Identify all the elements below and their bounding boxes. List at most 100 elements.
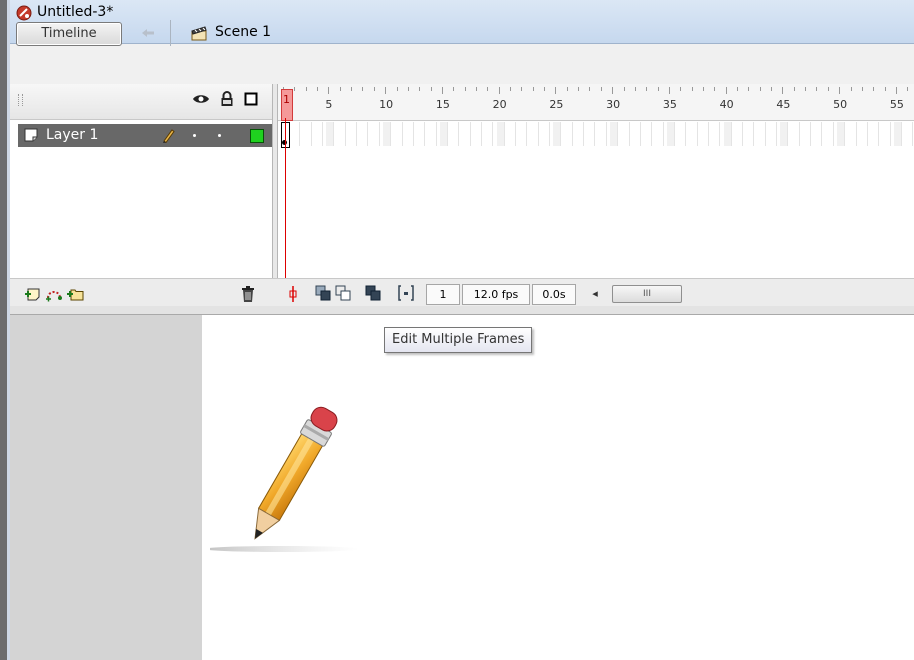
frame-cell[interactable] (463, 122, 471, 146)
frame-cell[interactable] (656, 122, 664, 146)
back-arrow-icon[interactable] (136, 22, 160, 44)
frame-rate-field[interactable]: 12.0 fps (462, 284, 530, 305)
frame-cell[interactable] (701, 122, 709, 146)
frame-cell[interactable] (587, 122, 596, 146)
pencil-icon[interactable] (204, 398, 370, 558)
onion-skin-outlines-icon[interactable] (335, 285, 351, 301)
current-frame-field[interactable]: 1 (426, 284, 460, 305)
eye-icon[interactable] (192, 92, 210, 106)
trash-icon[interactable] (240, 285, 256, 303)
frame-cell[interactable] (905, 122, 914, 146)
frame-cell[interactable] (678, 122, 687, 146)
layer-name[interactable]: Layer 1 (46, 127, 98, 143)
frame-cell[interactable] (553, 122, 562, 146)
frame-ruler[interactable]: 5 10 15 20 25 30 35 40 45 50 55 (278, 84, 914, 121)
frame-cell[interactable] (883, 122, 891, 146)
frame-cell[interactable] (304, 122, 312, 146)
visibility-dot[interactable] (193, 134, 196, 137)
frame-cell[interactable] (860, 122, 868, 146)
ruler-tick (328, 87, 330, 94)
frame-cell[interactable] (576, 122, 585, 146)
frame-cell[interactable] (735, 122, 743, 146)
frame-cell[interactable] (644, 122, 653, 146)
lock-dot[interactable] (218, 134, 221, 137)
panel-grip[interactable] (18, 94, 23, 106)
frame-cell[interactable] (417, 122, 426, 146)
frame-cell[interactable] (837, 122, 846, 146)
pasteboard[interactable] (10, 315, 202, 660)
frame-cell[interactable] (406, 122, 414, 146)
frame-cell[interactable] (723, 122, 732, 146)
horizontal-scrollbar-thumb[interactable]: III (612, 285, 682, 303)
motion-guide-icon[interactable] (45, 286, 63, 302)
ruler-tick (453, 87, 455, 91)
frame-cell[interactable] (542, 122, 551, 146)
frame-cell[interactable] (792, 122, 800, 146)
frame-cell[interactable] (349, 122, 358, 146)
center-frame-icon[interactable] (287, 285, 299, 303)
frame-cell[interactable] (814, 122, 823, 146)
frame-cell[interactable] (360, 122, 369, 146)
frame-cell[interactable] (871, 122, 880, 146)
frame-cell[interactable] (565, 122, 573, 146)
frame-cell[interactable] (849, 122, 857, 146)
frame-cell[interactable] (439, 122, 448, 146)
frame-cell[interactable] (622, 122, 630, 146)
new-folder-icon[interactable] (66, 286, 84, 302)
frame-cell[interactable] (315, 122, 324, 146)
frame-cell[interactable] (429, 122, 437, 146)
frame-cell[interactable] (666, 122, 675, 146)
frame-cell[interactable] (826, 122, 834, 146)
frame-cell[interactable] (690, 122, 698, 146)
frame-cell[interactable] (292, 122, 301, 146)
ruler-tick (317, 87, 319, 91)
ruler-tick (907, 87, 909, 91)
ruler-tick (657, 87, 659, 91)
panel-resize-bar[interactable] (10, 306, 914, 315)
frame-cell[interactable] (610, 122, 619, 146)
modify-onion-markers-icon[interactable] (397, 284, 415, 302)
frame-cell[interactable] (395, 122, 403, 146)
frame-cell[interactable] (758, 122, 766, 146)
document-title-bar: Untitled-3* Timeline Scene 1 (10, 0, 914, 46)
frame-cell[interactable] (599, 122, 607, 146)
ruler-tick (475, 87, 477, 91)
scene-label[interactable]: Scene 1 (215, 24, 271, 40)
frame-cell[interactable] (531, 122, 539, 146)
layer-outline-color[interactable] (250, 129, 264, 143)
ruler-label: 30 (606, 98, 621, 111)
frame-cell[interactable] (893, 122, 902, 146)
frame-row[interactable] (278, 122, 914, 147)
outline-square-icon[interactable] (244, 92, 258, 106)
onion-skin-icon[interactable] (315, 285, 331, 301)
ruler-label: 35 (662, 98, 677, 111)
layer-row[interactable]: Layer 1 (18, 124, 272, 147)
frame-cell[interactable] (372, 122, 380, 146)
frame-cell[interactable] (485, 122, 494, 146)
timeline-toggle-button[interactable]: Timeline (16, 22, 122, 46)
ruler-tick (544, 87, 546, 91)
ruler-label: 25 (549, 98, 564, 111)
frame-cell[interactable] (769, 122, 778, 146)
frame-cell[interactable] (326, 122, 335, 146)
new-layer-icon[interactable] (24, 286, 42, 302)
frames-area[interactable] (278, 148, 914, 278)
frame-cell[interactable] (712, 122, 721, 146)
ruler-tick (294, 87, 296, 91)
lock-icon[interactable] (220, 91, 234, 107)
frame-cell[interactable] (451, 122, 460, 146)
frame-cell[interactable] (803, 122, 812, 146)
ruler-tick (532, 87, 534, 91)
document-title: Untitled-3* (37, 4, 114, 20)
scroll-left-button[interactable]: ◂ (588, 284, 602, 303)
frame-cell[interactable] (508, 122, 516, 146)
frame-cell[interactable] (633, 122, 641, 146)
frame-cell[interactable] (338, 122, 346, 146)
frame-cell[interactable] (474, 122, 482, 146)
frame-cell[interactable] (780, 122, 789, 146)
edit-multiple-frames-icon[interactable] (365, 285, 381, 301)
frame-cell[interactable] (746, 122, 755, 146)
frame-cell[interactable] (519, 122, 528, 146)
frame-cell[interactable] (383, 122, 392, 146)
frame-cell[interactable] (496, 122, 505, 146)
